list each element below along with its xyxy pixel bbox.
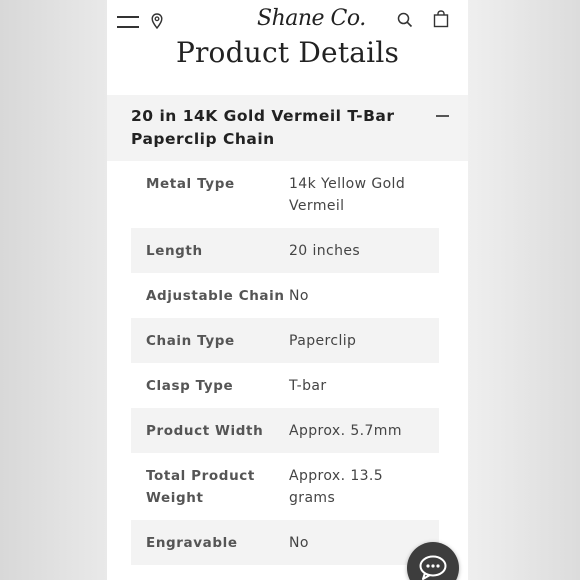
shopping-bag-icon[interactable] [433,10,449,32]
background-left [0,0,107,580]
background-right [468,0,580,580]
spec-value: 14k Yellow Gold Vermeil [289,176,406,214]
spec-label: Chain Type [146,333,235,349]
spec-value: 20 inches [289,243,361,259]
product-details-accordion-header[interactable]: 20 in 14K Gold Vermeil T-Bar Paperclip C… [107,95,468,161]
mobile-page: Shane Co. Product Details 20 in 14K Gold… [107,0,468,580]
spec-row-clasp-type: Clasp Type T-bar [131,363,439,408]
spec-row-metal-type: Metal Type 14k Yellow Gold Vermeil [131,161,439,228]
spec-label: Product Width [146,423,264,439]
menu-icon[interactable] [117,16,139,30]
page-title: Product Details [175,36,400,69]
spec-label: Clasp Type [146,378,234,394]
spec-value: Approx. 5.7mm [289,423,402,439]
spec-row-engravable: Engravable No [131,520,439,565]
brand-logo[interactable]: Shane Co. [257,6,366,31]
minus-icon[interactable] [436,115,449,117]
search-icon[interactable] [397,12,413,32]
spec-value: No [289,288,309,304]
spec-label: Engravable [146,535,238,551]
spec-value: Paperclip [289,333,357,349]
chat-icon[interactable] [407,542,459,580]
location-pin-icon[interactable] [151,13,163,33]
spec-label: Total Product Weight [146,468,255,506]
specs-table: Metal Type 14k Yellow Gold Vermeil Lengt… [131,161,439,565]
spec-row-adjustable-chain: Adjustable Chain No [131,273,439,318]
spec-row-length: Length 20 inches [131,228,439,273]
spec-value: Approx. 13.5 grams [289,468,384,506]
spec-label: Metal Type [146,176,235,192]
spec-label: Adjustable Chain [146,288,285,304]
spec-row-total-product-weight: Total Product Weight Approx. 13.5 grams [131,453,439,520]
spec-value: T-bar [289,378,327,394]
spec-row-chain-type: Chain Type Paperclip [131,318,439,363]
spec-label: Length [146,243,203,259]
product-name: 20 in 14K Gold Vermeil T-Bar Paperclip C… [131,107,395,148]
spec-row-product-width: Product Width Approx. 5.7mm [131,408,439,453]
